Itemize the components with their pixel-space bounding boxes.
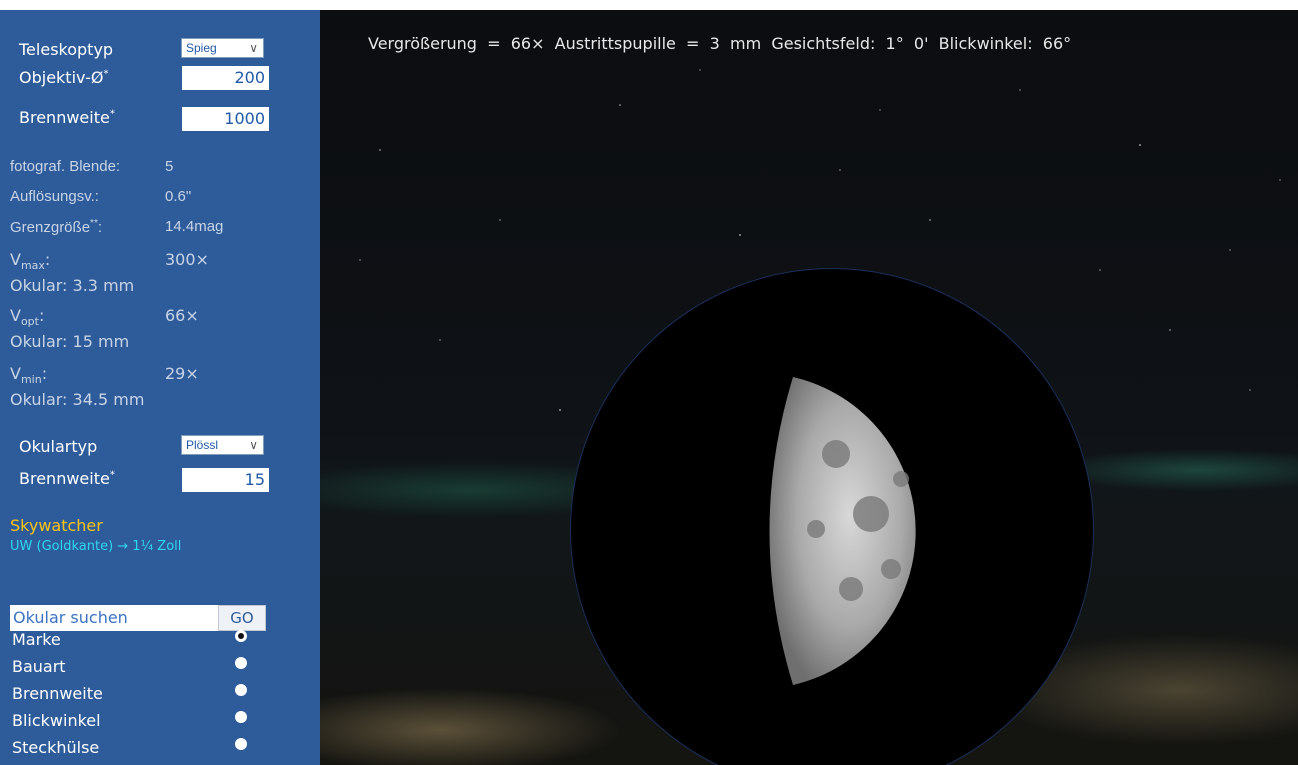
sort-option-marke-radio[interactable] (235, 630, 247, 642)
moon-image (769, 377, 916, 685)
field-of-view-circle (570, 268, 1094, 765)
eyepiece-focal-label: Brennweite* (19, 469, 115, 488)
eyepiece-search-input[interactable]: Okular suchen (10, 605, 218, 631)
telescope-focal-input[interactable]: 1000 (182, 107, 269, 131)
eyepiece-brand: Skywatcher (10, 516, 103, 535)
vopt-eyepiece: Okular: 15 mm (10, 332, 130, 351)
chevron-down-icon: ∨ (249, 438, 258, 452)
sort-option-blickwinkel-label: Blickwinkel (12, 711, 101, 730)
sort-option-steckhuelse-radio[interactable] (235, 738, 247, 750)
sort-option-steckhuelse-label: Steckhülse (12, 738, 100, 757)
vmax-eyepiece: Okular: 3.3 mm (10, 276, 135, 295)
eyepiece-type-select[interactable]: Plössl ∨ (181, 435, 264, 455)
vmax-label: Vmax: (10, 250, 51, 273)
sort-option-marke-label: Marke (12, 630, 61, 649)
sort-option-brennweite-label: Brennweite (12, 684, 103, 703)
vmin-value: 29× (165, 364, 199, 383)
eyepiece-model[interactable]: UW (Goldkante) → 1¼ Zoll (10, 539, 181, 554)
telescope-focal-label: Brennweite* (19, 108, 115, 127)
chevron-down-icon: ∨ (249, 41, 258, 55)
aperture-input[interactable]: 200 (182, 66, 269, 90)
blende-value: 5 (165, 158, 174, 175)
telescope-type-label: Teleskoptyp (19, 40, 114, 59)
resolution-label: Auflösungsv.: (10, 188, 99, 205)
sort-option-bauart-label: Bauart (12, 657, 66, 676)
vopt-value: 66× (165, 306, 199, 325)
vmin-eyepiece: Okular: 34.5 mm (10, 390, 145, 409)
sort-option-bauart-radio[interactable] (235, 657, 247, 669)
sort-option-blickwinkel-radio[interactable] (235, 711, 247, 723)
blende-label: fotograf. Blende: (10, 158, 121, 175)
sort-option-brennweite-radio[interactable] (235, 684, 247, 696)
telescope-view: Vergrößerung = 66× Austrittspupille = 3 … (320, 10, 1298, 765)
go-button[interactable]: GO (218, 605, 266, 631)
limiting-magnitude-value: 14.4mag (165, 218, 224, 235)
view-readout: Vergrößerung = 66× Austrittspupille = 3 … (368, 34, 1072, 53)
eyepiece-type-label: Okulartyp (19, 437, 98, 456)
resolution-value: 0.6" (165, 188, 192, 205)
telescope-type-select[interactable]: Spieg ∨ (181, 38, 264, 58)
vmax-value: 300× (165, 250, 209, 269)
vmin-label: Vmin: (10, 364, 48, 387)
settings-panel: Teleskoptyp Spieg ∨ Objektiv-Ø* 200 Bren… (0, 10, 320, 765)
limiting-magnitude-label: Grenzgröße**: (10, 218, 103, 236)
vopt-label: Vopt: (10, 306, 45, 329)
eyepiece-focal-input[interactable]: 15 (182, 468, 269, 492)
aperture-label: Objektiv-Ø* (19, 68, 109, 87)
